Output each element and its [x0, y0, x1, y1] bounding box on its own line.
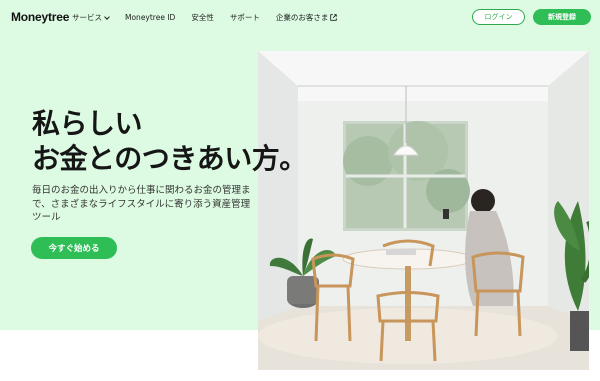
login-button[interactable]: ログイン	[472, 9, 525, 25]
nav-item-support[interactable]: サポート	[230, 12, 260, 23]
nav-item-label: Moneytree ID	[125, 13, 176, 22]
hero-headline: 私らしい お金とのつきあい方。	[32, 106, 307, 176]
headline-line-1: 私らしい	[32, 107, 143, 140]
nav-item-security[interactable]: 安全性	[191, 12, 214, 23]
site-header: Moneytree サービス Moneytree ID 安全性 サポート 企業の…	[0, 0, 600, 36]
moneytree-logo[interactable]: Moneytree	[11, 10, 69, 24]
hero-photo	[258, 51, 589, 370]
chevron-down-icon	[104, 13, 110, 20]
room-illustration	[258, 51, 589, 370]
nav-item-label: サポート	[229, 13, 260, 22]
signup-button[interactable]: 新規登録	[533, 9, 591, 25]
start-now-button[interactable]: 今すぐ始める	[31, 237, 117, 259]
hero-description: 毎日のお金の出入りから仕事に関わるお金の管理まで、さまざまなライフスタイルに寄り…	[32, 185, 251, 223]
nav-item-business[interactable]: 企業のお客さま	[276, 12, 338, 23]
nav-item-label: サービス	[72, 13, 102, 22]
nav-item-label: 安全性	[191, 13, 214, 22]
external-link-icon	[330, 14, 338, 21]
nav-item-services[interactable]: サービス	[72, 12, 110, 23]
main-nav: サービス Moneytree ID 安全性 サポート 企業のお客さま	[72, 12, 338, 23]
nav-item-moneytree-id[interactable]: Moneytree ID	[125, 13, 175, 22]
nav-item-label: 企業のお客さま	[275, 13, 329, 22]
headline-line-2: お金とのつきあい方。	[32, 142, 307, 175]
